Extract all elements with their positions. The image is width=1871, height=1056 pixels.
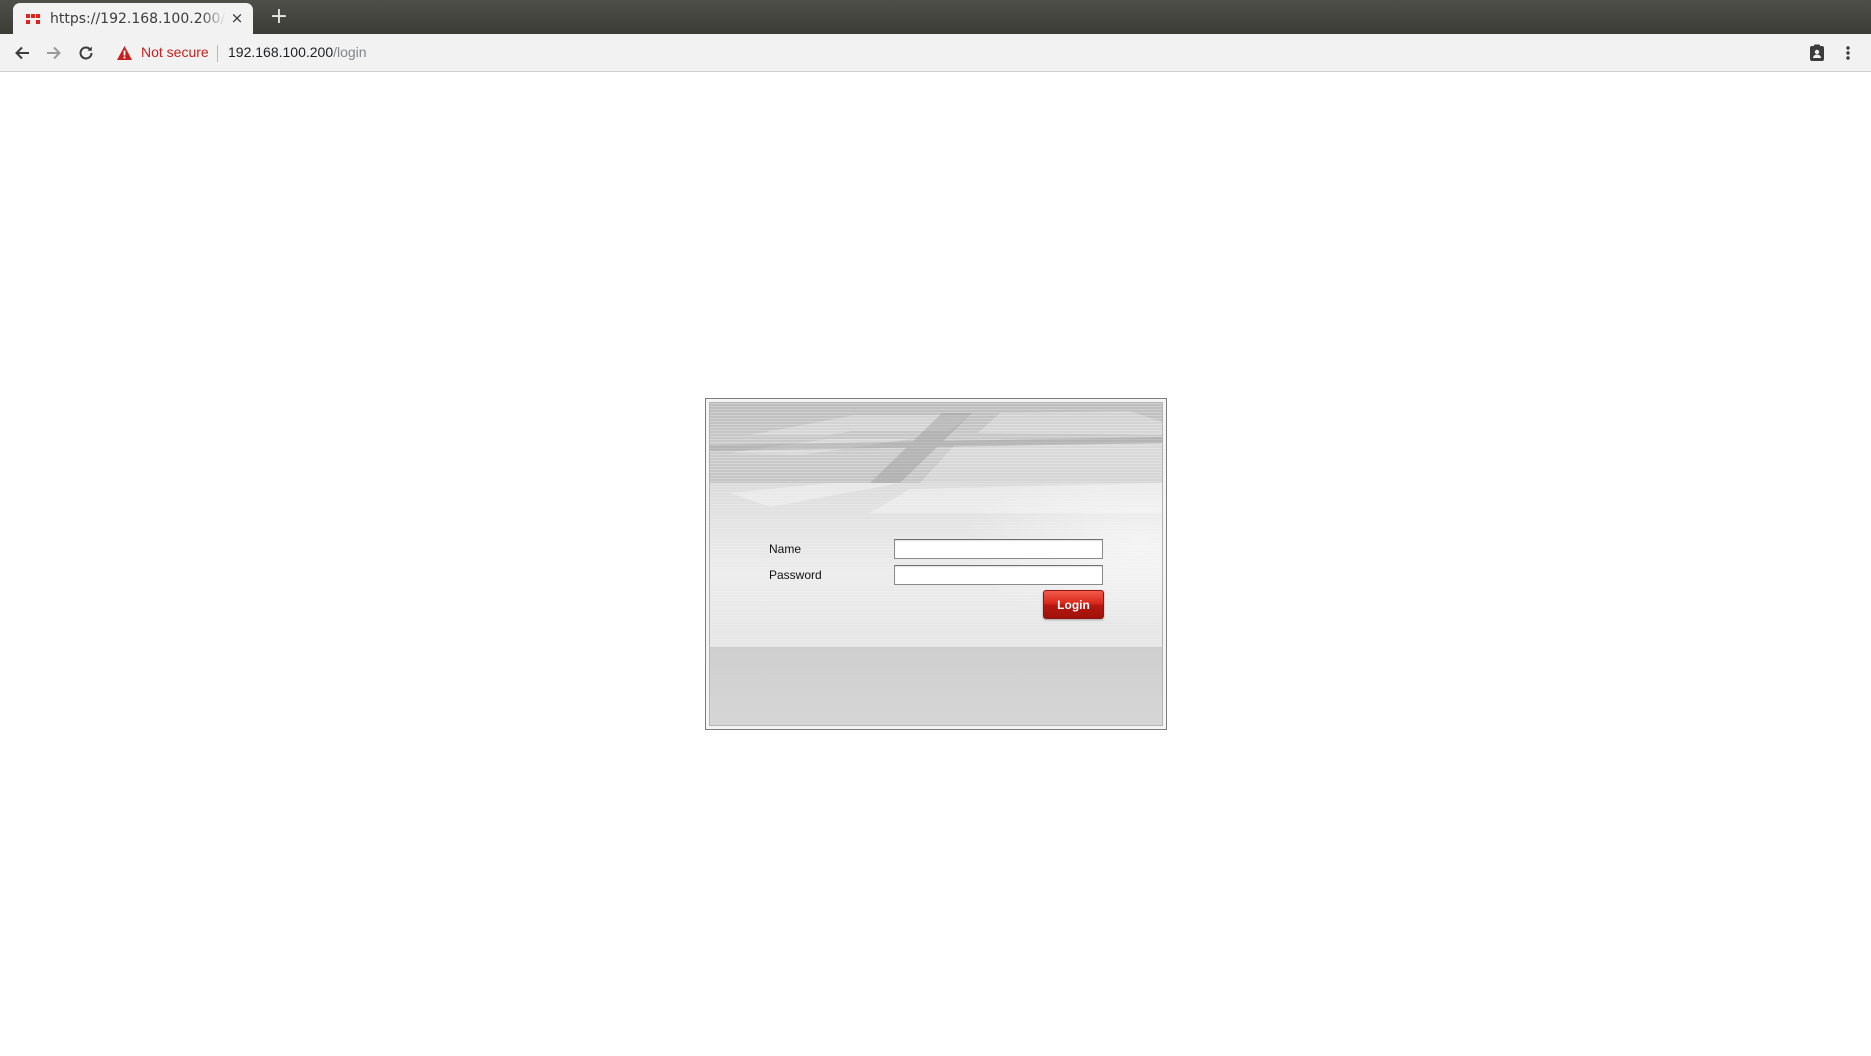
login-panel — [705, 398, 1167, 730]
browser-toolbar: Not secure 192.168.100.200/login — [0, 34, 1871, 72]
url-host: 192.168.100.200 — [228, 44, 334, 60]
login-banner — [710, 403, 1162, 483]
password-label: Password — [769, 568, 822, 582]
url-path: /login — [333, 44, 367, 60]
login-button[interactable]: Login — [1043, 590, 1104, 619]
reload-icon[interactable] — [75, 42, 97, 64]
security-status[interactable]: Not secure — [141, 44, 209, 60]
warning-triangle-icon[interactable] — [116, 45, 133, 61]
fortinet-logo-icon — [26, 13, 40, 24]
address-bar[interactable]: 192.168.100.200/login — [228, 44, 367, 60]
new-tab-icon[interactable]: + — [268, 6, 290, 28]
back-arrow-icon[interactable] — [11, 42, 33, 64]
banner-graphic — [710, 411, 1162, 483]
name-label: Name — [769, 542, 802, 556]
address-divider — [217, 45, 218, 62]
tab-strip: https://192.168.100.200/login × + — [0, 0, 1871, 34]
tab-title: https://192.168.100.200/login — [50, 10, 226, 27]
forward-arrow-icon[interactable] — [43, 42, 65, 64]
extension-badge-icon[interactable] — [1806, 42, 1828, 64]
name-input[interactable] — [894, 539, 1103, 559]
browser-tab[interactable]: https://192.168.100.200/login × — [13, 3, 253, 34]
login-footer — [710, 647, 1162, 725]
password-input[interactable] — [894, 565, 1103, 585]
kebab-menu-icon[interactable] — [1840, 42, 1856, 64]
login-panel-inner — [709, 402, 1163, 726]
tab-close-icon[interactable]: × — [230, 11, 244, 26]
